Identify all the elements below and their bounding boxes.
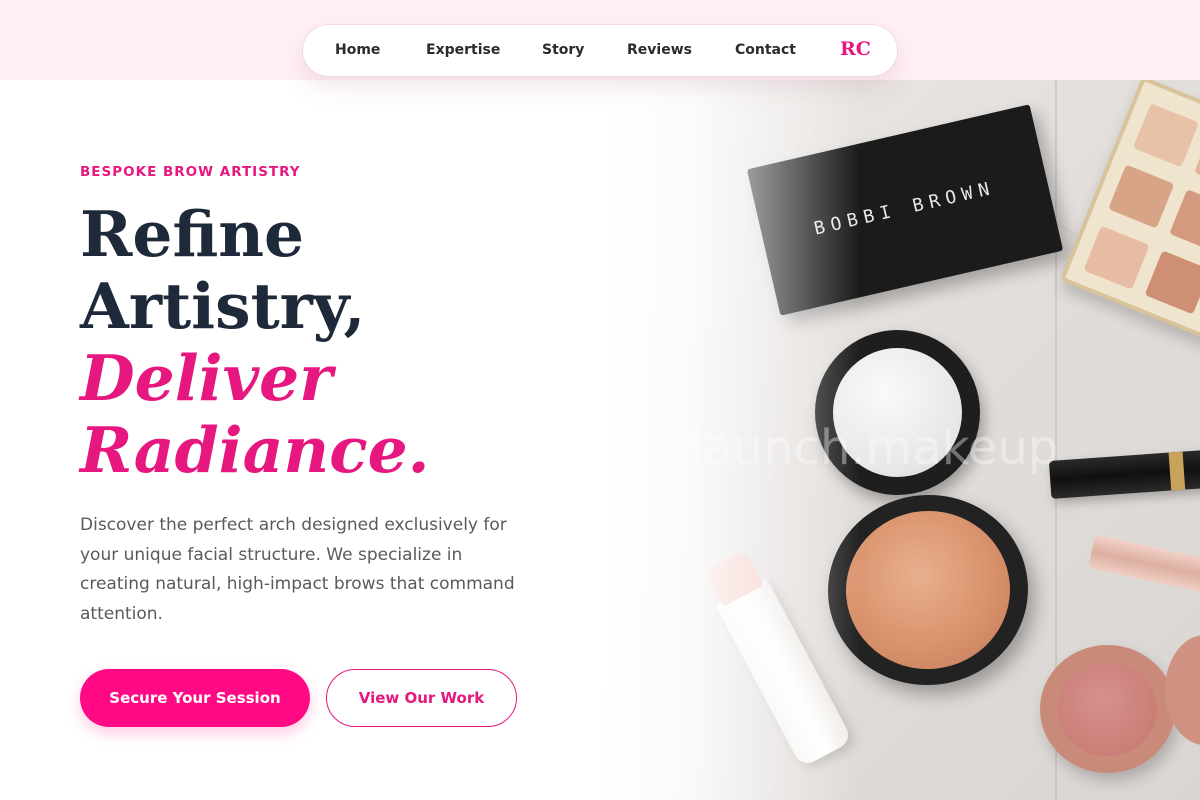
view-our-work-button[interactable]: View Our Work (326, 669, 517, 727)
eyeshadow-palette (1059, 80, 1200, 344)
hero-description: Discover the perfect arch designed exclu… (80, 515, 515, 624)
blush-powder (1058, 662, 1157, 756)
eyeshadow-pan (1169, 189, 1200, 254)
blush-compact (1040, 645, 1175, 773)
pink-lipstick (1088, 534, 1200, 600)
secure-session-button[interactable]: Secure Your Session (80, 669, 310, 727)
headline-line-1: Refine (80, 197, 305, 271)
eyeshadow-pan (1194, 128, 1200, 193)
hero-content: BESPOKE BROW ARTISTRY Refine Artistry, D… (80, 0, 560, 800)
eyeshadow-pan (1083, 225, 1150, 290)
nav-link-reviews[interactable]: Reviews (627, 42, 692, 58)
headline-line-2: Artistry, (80, 269, 366, 343)
lipstick-gold-band (1168, 451, 1186, 491)
headline-accent-line-1: Deliver (80, 341, 333, 415)
highlighter-powder (839, 504, 1017, 676)
hero-headline: Refine Artistry, Deliver Radiance. (80, 198, 430, 486)
eyeshadow-pan (1108, 164, 1175, 229)
eyeshadow-pan (1144, 250, 1200, 315)
hero-eyebrow: BESPOKE BROW ARTISTRY (80, 164, 301, 180)
headline-accent-line-2: Radiance. (80, 413, 430, 487)
brand-logo[interactable]: RC (840, 38, 871, 60)
hero-makeup-photo: BOBBI BROWN launch.makeup (600, 80, 1200, 800)
black-lipstick (1048, 449, 1200, 499)
nav-link-contact[interactable]: Contact (735, 42, 796, 58)
image-fade-overlay (600, 80, 860, 800)
eyeshadow-pan (1132, 103, 1200, 168)
